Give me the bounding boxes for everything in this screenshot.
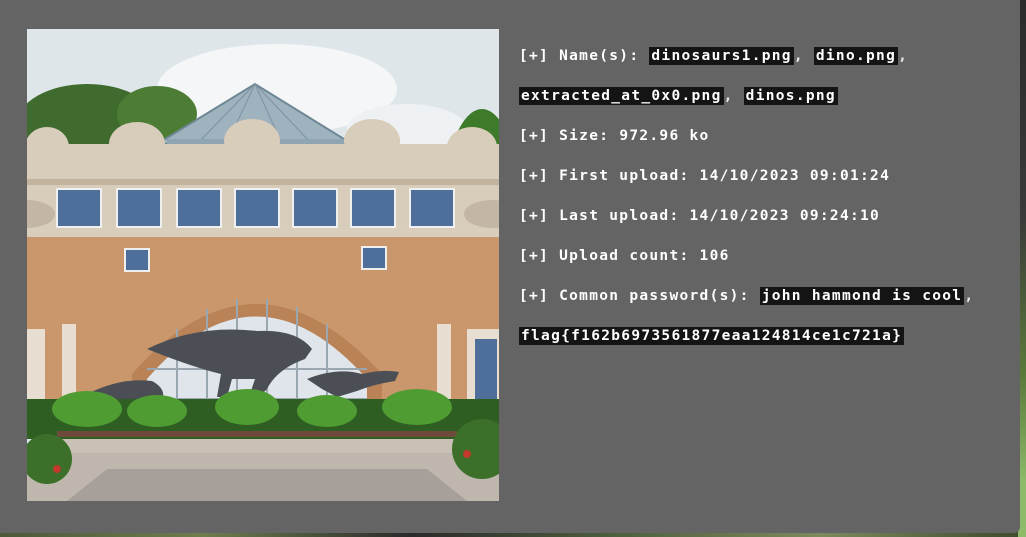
filename-highlight: dinos.png <box>743 87 838 105</box>
file-info: [+] Name(s): dinosaurs1.png, dino.png, e… <box>519 36 1009 356</box>
names-label: [+] Name(s): <box>519 48 650 64</box>
last-upload-label: [+] Last upload: <box>519 208 690 224</box>
upload-count-label: [+] Upload count: <box>519 248 700 264</box>
size-value: 972.96 ko <box>619 128 710 144</box>
last-upload-value: 14/10/2023 09:24:10 <box>689 208 881 224</box>
first-upload-label: [+] First upload: <box>519 168 700 184</box>
passwords-label: [+] Common password(s): <box>519 288 760 304</box>
filename-highlight: extracted_at_0x0.png <box>519 87 724 105</box>
museum-photo <box>27 29 499 501</box>
password-highlight: john hammond is cool <box>759 287 965 305</box>
flag-highlight: flag{f162b6973561877eaa124814ce1c721a} <box>519 327 905 345</box>
upload-count-value: 106 <box>699 248 730 264</box>
passwords-line-continued: flag{f162b6973561877eaa124814ce1c721a} <box>519 316 1009 356</box>
passwords-line: [+] Common password(s): john hammond is … <box>519 276 1009 316</box>
result-panel: [+] Name(s): dinosaurs1.png, dino.png, e… <box>0 0 1020 533</box>
names-line: [+] Name(s): dinosaurs1.png, dino.png, <box>519 36 1009 76</box>
names-line-continued: extracted_at_0x0.png, dinos.png <box>519 76 1009 116</box>
size-line: [+] Size: 972.96 ko <box>519 116 1009 156</box>
size-label: [+] Size: <box>519 128 620 144</box>
separator: , <box>793 48 814 64</box>
first-upload-line: [+] First upload: 14/10/2023 09:01:24 <box>519 156 1009 196</box>
filename-highlight: dino.png <box>813 47 899 65</box>
separator: , <box>964 288 975 304</box>
filename-highlight: dinosaurs1.png <box>649 47 794 65</box>
last-upload-line: [+] Last upload: 14/10/2023 09:24:10 <box>519 196 1009 236</box>
separator: , <box>723 88 744 104</box>
first-upload-value: 14/10/2023 09:01:24 <box>699 168 891 184</box>
upload-count-line: [+] Upload count: 106 <box>519 236 1009 276</box>
separator: , <box>898 48 909 64</box>
